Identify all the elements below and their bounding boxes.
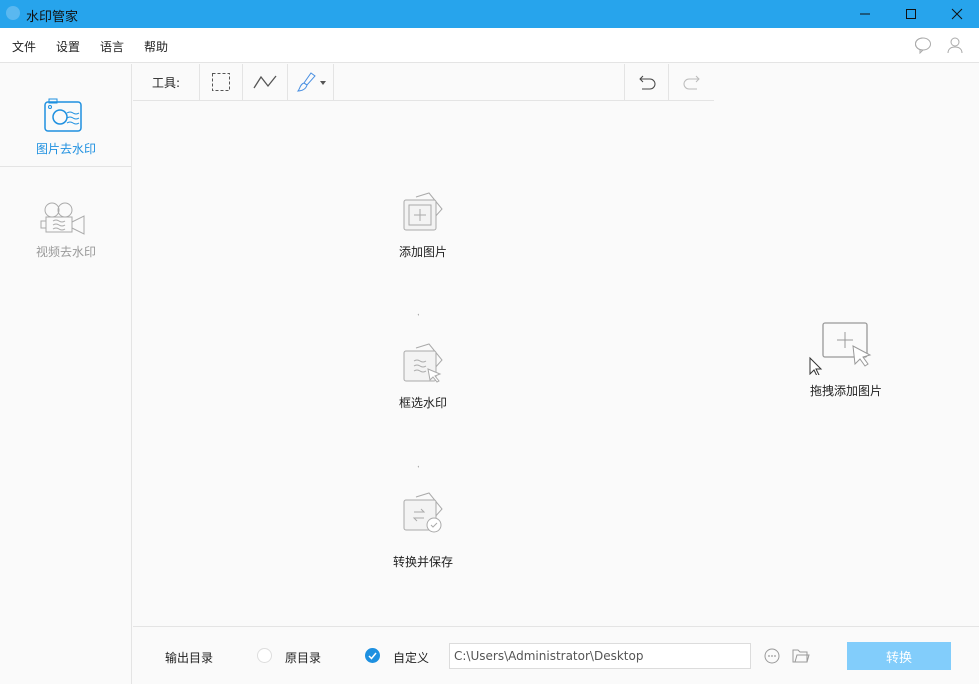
- step-add-image[interactable]: 添加图片: [373, 192, 473, 260]
- step-label: 转换并保存: [392, 555, 453, 569]
- feedback-icon[interactable]: [914, 36, 932, 54]
- rect-select-icon: [212, 73, 230, 91]
- output-bar: 输出目录 原目录 自定义 C:\Users\Administrator\Desk…: [133, 626, 979, 684]
- undo-button[interactable]: [624, 64, 669, 100]
- output-path-input[interactable]: C:\Users\Administrator\Desktop: [449, 643, 751, 669]
- drag-add-icon: [809, 322, 872, 375]
- drop-zone[interactable]: 拖拽添加图片: [800, 320, 895, 400]
- step-select-watermark[interactable]: 框选水印: [373, 343, 473, 411]
- down-arrow-icon: [417, 313, 419, 316]
- camera-icon: [44, 98, 82, 132]
- convert-save-icon: [403, 492, 443, 533]
- menu-settings[interactable]: 设置: [56, 38, 80, 55]
- radio-original-dir[interactable]: [257, 648, 272, 663]
- redo-icon: [683, 75, 700, 90]
- original-dir-label[interactable]: 原目录: [285, 649, 321, 666]
- convert-button[interactable]: 转换: [847, 642, 951, 670]
- folder-icon[interactable]: [792, 647, 810, 663]
- polyline-icon: [253, 75, 277, 89]
- menu-help[interactable]: 帮助: [144, 38, 168, 55]
- user-icon[interactable]: [946, 36, 964, 54]
- select-watermark-icon: [403, 343, 443, 383]
- brush-icon: [296, 72, 326, 92]
- custom-dir-label[interactable]: 自定义: [393, 649, 429, 666]
- brush-tool[interactable]: [288, 64, 334, 100]
- down-arrow-icon: [417, 465, 419, 468]
- step-label: 添加图片: [398, 245, 447, 259]
- menu-file[interactable]: 文件: [12, 38, 36, 55]
- redo-button[interactable]: [669, 64, 714, 100]
- polyline-tool[interactable]: [243, 64, 288, 100]
- minimize-button[interactable]: [842, 0, 888, 28]
- sidebar-item-label: 视频去水印: [35, 245, 96, 259]
- radio-custom-dir[interactable]: [365, 648, 380, 663]
- title-bar: 水印管家: [0, 0, 979, 28]
- step-convert-save[interactable]: 转换并保存: [373, 492, 473, 570]
- sidebar-item-image[interactable]: 图片去水印: [0, 64, 132, 167]
- menu-language[interactable]: 语言: [100, 38, 124, 55]
- window-title: 水印管家: [26, 10, 79, 25]
- sidebar-item-label: 图片去水印: [35, 142, 96, 156]
- output-dir-label: 输出目录: [165, 651, 214, 665]
- step-label: 框选水印: [398, 396, 447, 410]
- close-button[interactable]: [934, 0, 979, 28]
- maximize-button[interactable]: [888, 0, 934, 28]
- video-camera-icon: [40, 202, 85, 235]
- more-options-icon[interactable]: [764, 648, 780, 664]
- toolbar: 工具:: [133, 64, 714, 101]
- app-logo-icon: [6, 6, 20, 20]
- sidebar-item-video[interactable]: 视频去水印: [0, 167, 132, 270]
- menu-bar: 文件 设置 语言 帮助: [0, 28, 979, 63]
- sidebar: 图片去水印 视频去水印: [0, 64, 132, 684]
- rect-select-tool[interactable]: [199, 64, 243, 100]
- add-image-icon: [403, 192, 443, 231]
- drop-zone-label: 拖拽添加图片: [810, 384, 883, 398]
- undo-icon: [638, 75, 655, 90]
- tools-label: 工具:: [151, 75, 181, 90]
